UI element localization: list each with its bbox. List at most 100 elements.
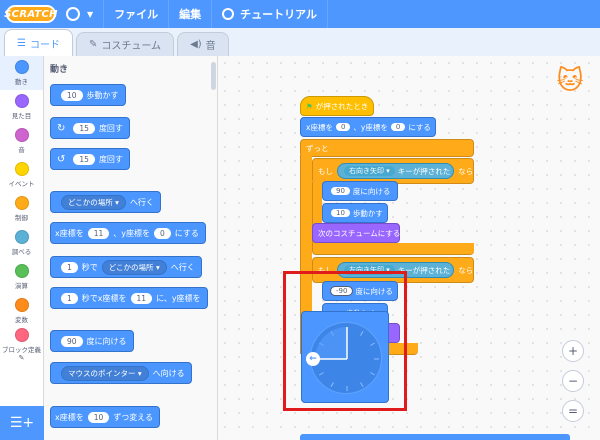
point-towards-block[interactable]: マウスのポインター ▾ へ向ける [50, 362, 192, 384]
steps-input[interactable]: 10 [331, 209, 350, 217]
category-label: 調べる [11, 248, 32, 256]
change-x-input[interactable]: 10 [87, 411, 110, 423]
block-text: 秒で [81, 262, 98, 272]
turn-right-block[interactable]: ↻ 15 度回す [50, 117, 130, 139]
category-label: イベント [8, 180, 35, 188]
block-text: ずっと [306, 143, 329, 153]
zoom-reset-button[interactable]: = [562, 400, 584, 422]
zoom-in-button[interactable]: + [562, 340, 584, 362]
goto-block[interactable]: どこかの場所 ▾ へ行く [50, 191, 161, 213]
category-sound[interactable]: 音 [0, 124, 43, 158]
key-pressed-block[interactable]: 右向き矢印 ▾ キーが押された [337, 163, 455, 179]
scratch-logo[interactable]: SCRATCH [4, 5, 58, 23]
block-text: 度に向ける [352, 186, 391, 196]
block-text: に、y座標を [156, 293, 201, 303]
glide-xy-block[interactable]: 1 秒でx座標を 11 に、y座標を [50, 287, 208, 309]
globe-icon [66, 7, 80, 21]
x-input[interactable]: 11 [87, 227, 110, 239]
block-text: が押されたとき [315, 101, 369, 111]
tab-costumes[interactable]: ✎ コスチューム [75, 32, 175, 56]
block-text: もし [318, 166, 333, 176]
seconds-input[interactable]: 1 [61, 292, 78, 304]
category-control[interactable]: 制御 [0, 192, 43, 226]
block-text: へ行く [129, 197, 154, 207]
tab-costumes-label: コスチューム [101, 41, 162, 52]
rotate-left-icon: ↺ [57, 153, 66, 165]
block-text: 歩動かす [352, 208, 383, 218]
direction-input[interactable]: 90 [61, 335, 83, 347]
category-sensing[interactable]: 調べる [0, 226, 43, 260]
steps-input[interactable]: 10 [61, 89, 83, 101]
category-label: ブロック定義 [2, 346, 41, 354]
sound-dot-icon [14, 128, 29, 142]
glide-dropdown[interactable]: どこかの場所 ▾ [101, 259, 167, 275]
goto-xy-block[interactable]: x座標を 11 、y座標を 0 にする [50, 222, 206, 244]
y-input[interactable]: 0 [390, 123, 406, 131]
language-menu[interactable]: ▼ [56, 0, 105, 28]
category-events[interactable]: イベント [0, 158, 43, 192]
tutorials-label: チュートリアル [240, 8, 318, 21]
speaker-icon: ◀) [190, 39, 202, 50]
change-x-block[interactable]: x座標を 10 ずつ変える [50, 406, 161, 428]
events-dot-icon [14, 162, 29, 176]
file-menu[interactable]: ファイル [104, 0, 170, 28]
zoom-out-icon: − [567, 374, 579, 388]
zoom-out-button[interactable]: − [562, 370, 584, 392]
zoom-reset-icon: = [567, 404, 579, 418]
glide-block[interactable]: 1 秒で どこかの場所 ▾ へ行く [50, 256, 202, 278]
block-text: 秒でx座標を [81, 293, 127, 303]
sprite-cat-icon: 🐱 [556, 66, 584, 96]
block-text: 度回す [98, 123, 123, 133]
backpack-bar[interactable] [300, 434, 570, 440]
block-text: なら [458, 265, 474, 275]
goto-dropdown[interactable]: どこかの場所 ▾ [61, 194, 126, 210]
category-operators[interactable]: 演算 [0, 260, 43, 294]
tab-code-label: コード [29, 39, 60, 51]
block-text: 度に向ける [86, 336, 127, 346]
category-motion[interactable]: 動き [0, 56, 43, 90]
when-flag-clicked-block[interactable]: ⚑ が押されたとき [300, 96, 374, 116]
category-my-blocks[interactable]: ブロック定義 ✎ [0, 328, 43, 362]
point-direction-block[interactable]: 90 度に向ける [50, 330, 134, 352]
dropdown-value: どこかの場所 [108, 262, 154, 272]
move-steps-block[interactable]: 10 歩動かす [322, 203, 388, 223]
x-input[interactable]: 11 [130, 292, 153, 304]
category-looks[interactable]: 見た目 [0, 90, 43, 124]
edit-menu[interactable]: 編集 [169, 0, 213, 28]
operators-dot-icon [14, 264, 29, 278]
category-label: 見た目 [11, 112, 32, 120]
degrees-input[interactable]: 15 [73, 153, 95, 165]
block-text: ずつ変える [113, 412, 154, 422]
direction-input[interactable]: 90 [331, 187, 350, 195]
goto-xy-block[interactable]: x座標を 0 、y座標を 0 にする [300, 117, 436, 137]
y-input[interactable]: 0 [154, 227, 171, 239]
category-variables[interactable]: 変数 [0, 294, 43, 328]
move-steps-block[interactable]: 10 歩動かす [50, 84, 126, 106]
palette-scrollbar[interactable] [211, 62, 216, 90]
motion-dot-icon [14, 60, 29, 74]
turn-left-block[interactable]: ↺ 15 度回す [50, 148, 130, 170]
tab-sounds[interactable]: ◀) 音 [177, 32, 229, 56]
dropdown-value: どこかの場所 [68, 197, 113, 207]
block-text: 度回す [98, 154, 123, 164]
tutorials-menu[interactable]: チュートリアル [212, 0, 329, 28]
block-text: 次のコスチュームにする [318, 228, 401, 238]
add-extension-button[interactable]: ☰+ [0, 406, 44, 440]
brush-icon: ✎ [88, 39, 98, 50]
seconds-input[interactable]: 1 [61, 261, 78, 273]
extension-icon: ☰+ [9, 415, 35, 431]
next-costume-block[interactable]: 次のコスチュームにする [312, 223, 400, 243]
forever-block[interactable]: ずっと [300, 139, 474, 157]
point-direction-block[interactable]: 90 度に向ける [322, 181, 398, 201]
towards-dropdown[interactable]: マウスのポインター ▾ [61, 365, 149, 381]
sensing-dot-icon [14, 230, 29, 244]
block-text: 歩動かす [86, 90, 119, 100]
degrees-input[interactable]: 15 [73, 122, 95, 134]
if-end [312, 243, 474, 255]
control-dot-icon [14, 196, 29, 210]
tab-code[interactable]: ☰ コード [4, 29, 73, 56]
key-dropdown[interactable]: 右向き矢印 ▾ [344, 166, 395, 176]
x-input[interactable]: 0 [335, 123, 351, 131]
my-blocks-dot-icon [14, 328, 29, 342]
category-label: 制御 [15, 214, 28, 222]
